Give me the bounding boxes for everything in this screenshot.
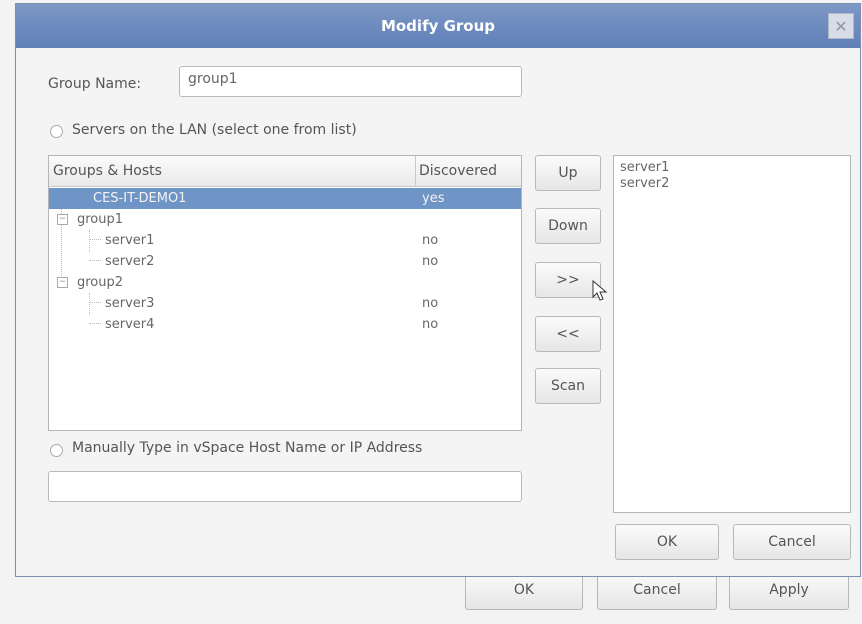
tree-row-discovered: yes xyxy=(422,191,445,206)
up-button[interactable]: Up xyxy=(535,155,601,191)
list-item[interactable]: server2 xyxy=(620,176,844,192)
group-name-label: Group Name: xyxy=(48,76,142,92)
ok-button[interactable]: OK xyxy=(615,524,719,560)
tree-row[interactable]: server1 no xyxy=(49,230,521,251)
tree-row-discovered: no xyxy=(422,254,439,269)
tree-row-name: server3 xyxy=(105,296,155,311)
tree-row[interactable]: server3 no xyxy=(49,293,521,314)
tree-expander-icon[interactable]: − xyxy=(57,214,68,225)
tree-row-discovered: no xyxy=(422,233,439,248)
cancel-button[interactable]: Cancel xyxy=(733,524,851,560)
modify-group-dialog: Modify Group ✕ Group Name: group1 Server… xyxy=(15,3,861,577)
close-icon: ✕ xyxy=(834,16,848,36)
dialog-titlebar: Modify Group xyxy=(16,4,860,48)
down-button[interactable]: Down xyxy=(535,208,601,244)
tree-row-name: group2 xyxy=(77,275,124,290)
tree-row-name: CES-IT-DEMO1 xyxy=(93,191,187,206)
radio-lan[interactable] xyxy=(50,125,63,138)
tree-row[interactable]: CES-IT-DEMO1 yes xyxy=(49,188,521,209)
manual-host-input[interactable] xyxy=(48,471,522,502)
mouse-cursor-icon xyxy=(592,280,608,301)
radio-lan-label: Servers on the LAN (select one from list… xyxy=(72,122,357,138)
groups-hosts-tree[interactable]: Groups & Hosts Discovered CES-IT-DEMO1 y… xyxy=(48,155,522,431)
tree-row-name: server2 xyxy=(105,254,155,269)
tree-expander-icon[interactable]: − xyxy=(57,277,68,288)
tree-row-name: server4 xyxy=(105,317,155,332)
tree-row[interactable]: server4 no xyxy=(49,314,521,335)
selected-servers-list[interactable]: server1 server2 xyxy=(613,155,851,513)
group-name-input[interactable]: group1 xyxy=(179,66,522,97)
remove-button[interactable]: << xyxy=(535,316,601,352)
dialog-title: Modify Group xyxy=(380,17,496,35)
tree-row-discovered: no xyxy=(422,317,439,332)
tree-row-name: server1 xyxy=(105,233,155,248)
tree-row-discovered: no xyxy=(422,296,439,311)
radio-manual-label: Manually Type in vSpace Host Name or IP … xyxy=(72,440,423,456)
column-header-discovered[interactable]: Discovered xyxy=(419,156,519,186)
tree-row[interactable]: − group2 xyxy=(49,272,521,293)
close-button[interactable]: ✕ xyxy=(828,13,854,39)
scan-button[interactable]: Scan xyxy=(535,368,601,404)
list-item[interactable]: server1 xyxy=(620,160,844,176)
radio-manual[interactable] xyxy=(50,444,63,457)
tree-header: Groups & Hosts Discovered xyxy=(49,156,521,187)
tree-row[interactable]: server2 no xyxy=(49,251,521,272)
tree-row-name: group1 xyxy=(77,212,124,227)
column-header-groups-hosts[interactable]: Groups & Hosts xyxy=(53,156,416,186)
tree-row[interactable]: − group1 xyxy=(49,209,521,230)
